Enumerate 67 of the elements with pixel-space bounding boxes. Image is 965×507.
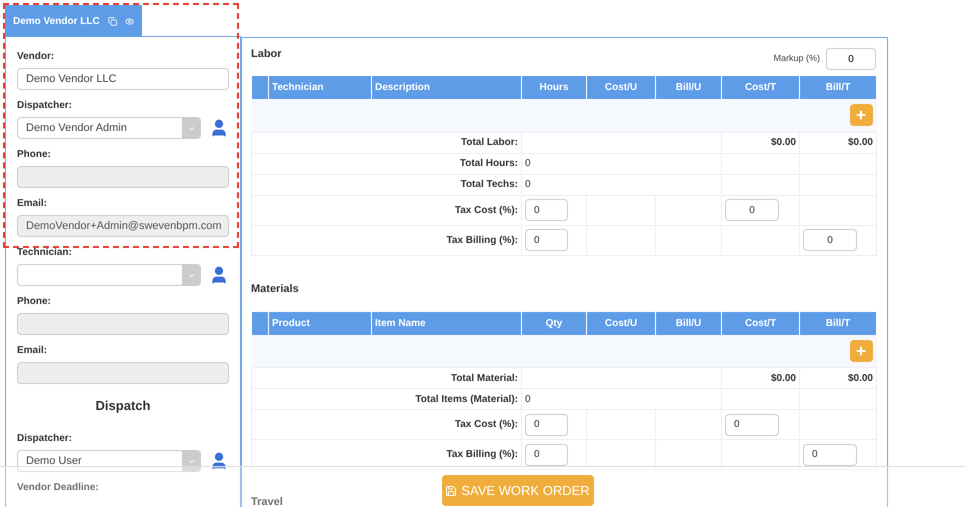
plus-icon: [855, 344, 867, 357]
select-field[interactable]: Demo Vendor Admin: [17, 117, 201, 139]
field-label: Technician:: [17, 247, 73, 259]
select-field[interactable]: [17, 264, 201, 286]
column-header: Qty: [522, 312, 586, 334]
summary-label: Tax Cost (%):: [252, 195, 522, 225]
column-header: Description: [372, 76, 522, 99]
section-title: Travel: [251, 495, 284, 507]
input-field[interactable]: 0: [525, 414, 568, 436]
column-header: Bill/U: [656, 312, 722, 334]
summary-label: Tax Billing (%):: [252, 225, 522, 255]
column-header: Cost/T: [722, 76, 800, 99]
count-cell: 0: [522, 153, 722, 174]
column-header: Product: [268, 312, 372, 334]
input-field[interactable]: Demo Vendor LLC: [17, 68, 229, 90]
copy-icon[interactable]: [108, 14, 117, 28]
summary-label: Total Labor:: [252, 132, 522, 153]
amount-cell: $0.00: [722, 132, 800, 153]
add-button[interactable]: [850, 104, 872, 126]
column-header: Bill/T: [800, 76, 876, 99]
summary-label: Tax Cost (%):: [252, 410, 522, 440]
field-label: Email:: [17, 198, 48, 210]
markup-label: Markup (%): [773, 52, 820, 66]
amount-cell: $0.00: [800, 132, 876, 153]
column-header: Cost/U: [586, 76, 656, 99]
input-field[interactable]: 0: [525, 444, 568, 466]
field-label: Phone:: [17, 296, 52, 308]
summary-label: Tax Billing (%):: [252, 440, 522, 470]
amount-cell: $0.00: [722, 368, 800, 388]
column-header: Bill/U: [656, 76, 722, 99]
input-field[interactable]: 0: [803, 229, 857, 251]
field-label: Phone:: [17, 149, 52, 161]
add-button[interactable]: [850, 340, 872, 362]
summary-label: Total Hours:: [252, 153, 522, 174]
input-field[interactable]: 0: [725, 199, 779, 221]
summary-label: Total Material:: [252, 368, 522, 388]
field-label: Dispatcher:: [17, 433, 74, 445]
count-cell: 0: [522, 174, 722, 195]
column-header: Cost/U: [586, 312, 656, 334]
column-header: Item Name: [372, 312, 522, 334]
count-cell: 0: [522, 388, 722, 410]
save-icon: [445, 484, 458, 496]
input-field[interactable]: 0: [525, 199, 568, 221]
select-field[interactable]: Demo User: [17, 450, 201, 472]
field-label: Vendor Deadline:: [17, 482, 100, 494]
field-label: Dispatcher:: [17, 100, 74, 112]
field-label: Vendor:: [17, 51, 56, 63]
input-field[interactable]: [17, 166, 229, 188]
column-header: Cost/T: [722, 312, 800, 334]
column-header: Technician: [268, 76, 372, 99]
dispatch-heading: Dispatch: [94, 398, 152, 413]
markup-input[interactable]: 0: [826, 48, 876, 70]
input-field[interactable]: [17, 362, 229, 384]
input-field[interactable]: DemoVendor+Admin@swevenbpm.com: [17, 215, 229, 237]
plus-icon: [855, 109, 867, 122]
input-field[interactable]: 0: [525, 229, 568, 251]
column-header: Hours: [522, 76, 586, 99]
summary-label: Total Techs:: [252, 174, 522, 195]
input-field[interactable]: 0: [803, 444, 857, 466]
section-title: Materials: [251, 282, 299, 297]
field-label: Email:: [17, 345, 48, 357]
section-title: Labor: [251, 46, 282, 62]
amount-cell: $0.00: [800, 368, 876, 388]
column-header: Bill/T: [800, 312, 876, 334]
input-field[interactable]: 0: [725, 414, 779, 436]
summary-label: Total Items (Material):: [252, 388, 522, 410]
input-field[interactable]: [17, 313, 229, 335]
